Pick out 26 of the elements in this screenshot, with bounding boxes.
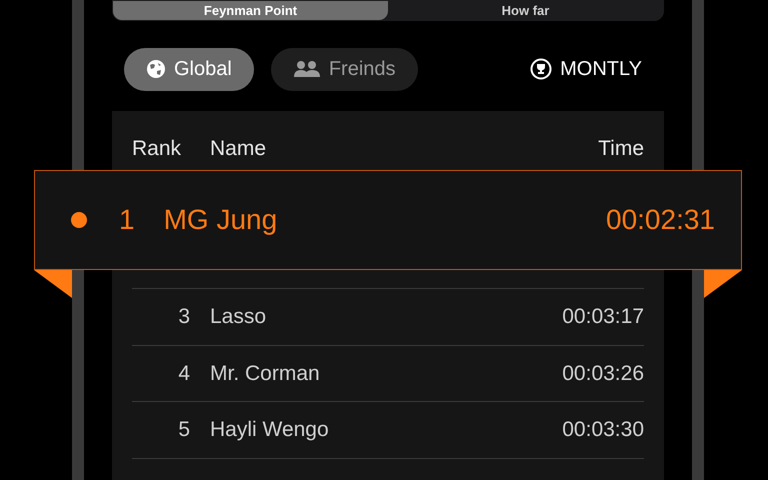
- filter-button[interactable]: Freinds: [270, 48, 418, 90]
- name-cell-text: MG Jung: [164, 203, 278, 237]
- people-icon: [292, 59, 321, 79]
- name-cell-text: Lasso: [210, 304, 266, 330]
- time-cell-text: 00:03:30: [562, 417, 644, 443]
- rank-cell-text: 1: [119, 203, 135, 237]
- rank-cell-text: 3: [177, 304, 190, 330]
- dot-icon: [71, 212, 87, 228]
- ribbon-fold-icon: [704, 270, 742, 298]
- column-header: Time: [598, 136, 644, 162]
- ribbon-fold-icon: [34, 270, 72, 298]
- segment-tab[interactable]: How far: [388, 1, 663, 20]
- period-button[interactable]: MONTLY: [530, 54, 642, 84]
- rank-cell-text: 4: [177, 360, 190, 386]
- trophy-icon: [530, 58, 552, 80]
- column-header: Rank: [132, 136, 182, 162]
- filter-button[interactable]: Global: [124, 48, 254, 90]
- name-cell-text: Mr. Corman: [210, 360, 320, 386]
- name-cell-text: Hayli Wengo: [210, 417, 329, 443]
- column-header: Name: [210, 136, 266, 162]
- time-cell-text: 00:03:26: [562, 360, 644, 386]
- rank-cell-text: 5: [177, 417, 190, 443]
- globe-icon: [146, 59, 166, 79]
- time-cell-text: 00:03:17: [562, 304, 644, 330]
- segment-tab[interactable]: Feynman Point: [113, 1, 388, 20]
- time-cell-text: 00:02:31: [606, 203, 715, 237]
